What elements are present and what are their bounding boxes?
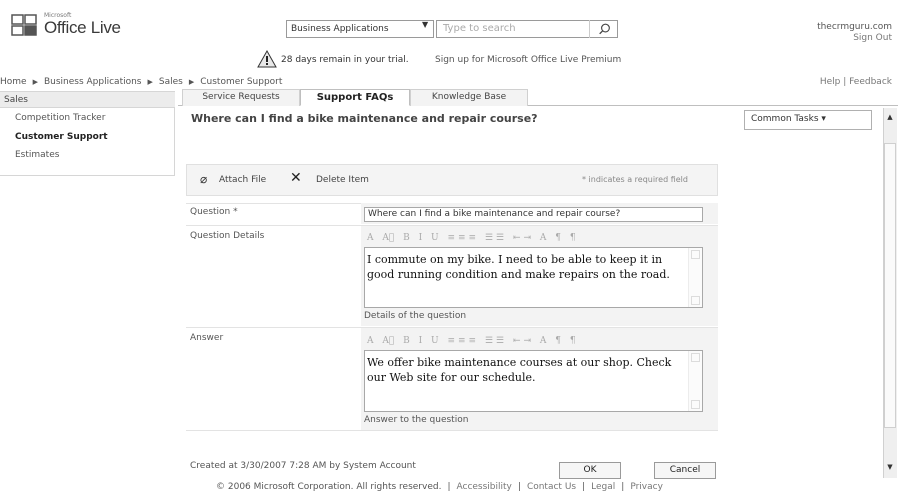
sidebar-item-estimates[interactable]: Estimates: [0, 147, 175, 165]
paperclip-icon[interactable]: ⌀: [200, 172, 207, 186]
trial-signup-link[interactable]: Sign up for Microsoft Office Live Premiu…: [435, 55, 621, 65]
tab-knowledge-base[interactable]: Knowledge Base: [410, 89, 528, 106]
breadcrumb-separator-icon: ▶: [147, 78, 153, 86]
scroll-down-icon[interactable]: [691, 296, 700, 305]
scroll-up-icon[interactable]: ▲: [884, 110, 896, 124]
scope-select[interactable]: Business Applications: [286, 20, 434, 38]
sidebar-heading[interactable]: Sales: [0, 91, 175, 108]
user-account[interactable]: thecrmguru.com: [817, 22, 892, 32]
answer-label: Answer: [190, 333, 224, 343]
breadcrumb-customer-support[interactable]: Customer Support: [200, 77, 282, 87]
contact-us-link[interactable]: Contact Us: [527, 482, 576, 492]
answer-rte-toolbar[interactable]: A A⃞ B I U ≡≡≡ ☰☰ ⇤⇥ A ¶ ¶: [367, 336, 579, 346]
breadcrumb-business-applications[interactable]: Business Applications: [44, 77, 142, 87]
editor-scrollbar[interactable]: [688, 248, 702, 307]
sidebar-item-customer-support[interactable]: Customer Support: [0, 129, 175, 147]
help-links: Help | Feedback: [820, 77, 892, 87]
delete-icon[interactable]: ✕: [290, 170, 302, 186]
divider: |: [621, 482, 625, 492]
divider: |: [447, 482, 451, 492]
scroll-down-icon[interactable]: ▼: [884, 460, 896, 474]
breadcrumb-separator-icon: ▶: [32, 78, 38, 86]
breadcrumb: Home ▶ Business Applications ▶ Sales ▶ Custome…: [0, 77, 282, 87]
accessibility-link[interactable]: Accessibility: [457, 482, 512, 492]
details-rte-toolbar[interactable]: A A⃞ B I U ≡≡≡ ☰☰ ⇤⇥ A ¶ ¶: [367, 233, 579, 243]
scroll-down-icon[interactable]: [691, 400, 700, 409]
required-note: * indicates a required field: [582, 175, 688, 184]
sidebar-item-competition-tracker[interactable]: Competition Tracker: [0, 110, 175, 128]
divider: |: [517, 482, 521, 492]
breadcrumb-separator-icon: ▶: [188, 78, 195, 86]
question-details-text[interactable]: I commute on my bike. I need to be able …: [367, 252, 677, 282]
scroll-up-icon[interactable]: [691, 250, 700, 259]
privacy-link[interactable]: Privacy: [630, 482, 663, 492]
divider: [186, 430, 718, 431]
answer-text[interactable]: We offer bike maintenance courses at our…: [367, 355, 677, 385]
question-input[interactable]: Where can I find a bike maintenance and …: [364, 207, 703, 222]
page-footer: © 2006 Microsoft Corporation. All rights…: [216, 482, 663, 492]
sign-out-link[interactable]: Sign Out: [853, 33, 892, 43]
editor-scrollbar[interactable]: [688, 351, 702, 411]
divider: |: [582, 482, 586, 492]
created-info: Created at 3/30/2007 7:28 AM by System A…: [190, 461, 416, 471]
question-details-label: Question Details: [190, 231, 265, 241]
breadcrumb-sales[interactable]: Sales: [159, 77, 183, 87]
scroll-up-icon[interactable]: [691, 353, 700, 362]
delete-item-button[interactable]: Delete Item: [316, 175, 369, 185]
warning-icon: [257, 50, 277, 68]
chevron-down-icon[interactable]: ▼: [422, 20, 428, 29]
page-title: Where can I find a bike maintenance and …: [191, 112, 538, 125]
tab-service-requests[interactable]: Service Requests: [182, 89, 300, 106]
cancel-button[interactable]: Cancel: [654, 462, 716, 479]
legal-link[interactable]: Legal: [591, 482, 615, 492]
copyright: © 2006 Microsoft Corporation. All rights…: [216, 482, 442, 492]
common-tasks-button[interactable]: Common Tasks ▾: [744, 110, 872, 130]
breadcrumb-home[interactable]: Home: [0, 77, 27, 87]
scrollbar-thumb[interactable]: [884, 143, 896, 428]
help-link[interactable]: Help: [820, 77, 841, 87]
trial-message: 28 days remain in your trial.: [281, 55, 409, 65]
logo-text[interactable]: Office Live: [44, 18, 121, 38]
office-logo-icon: [11, 14, 37, 36]
answer-editor[interactable]: We offer bike maintenance courses at our…: [364, 350, 703, 412]
ok-button[interactable]: OK: [559, 462, 621, 479]
feedback-link[interactable]: Feedback: [849, 77, 892, 87]
question-details-editor[interactable]: I commute on my bike. I need to be able …: [364, 247, 703, 308]
answer-hint: Answer to the question: [364, 415, 469, 425]
question-details-hint: Details of the question: [364, 311, 467, 321]
search-icon[interactable]: [589, 20, 619, 38]
question-label: Question *: [190, 207, 238, 217]
tab-support-faqs[interactable]: Support FAQs: [300, 89, 410, 106]
sidebar: Competition Tracker Customer Support Est…: [0, 108, 175, 176]
attach-file-button[interactable]: Attach File: [219, 175, 266, 185]
